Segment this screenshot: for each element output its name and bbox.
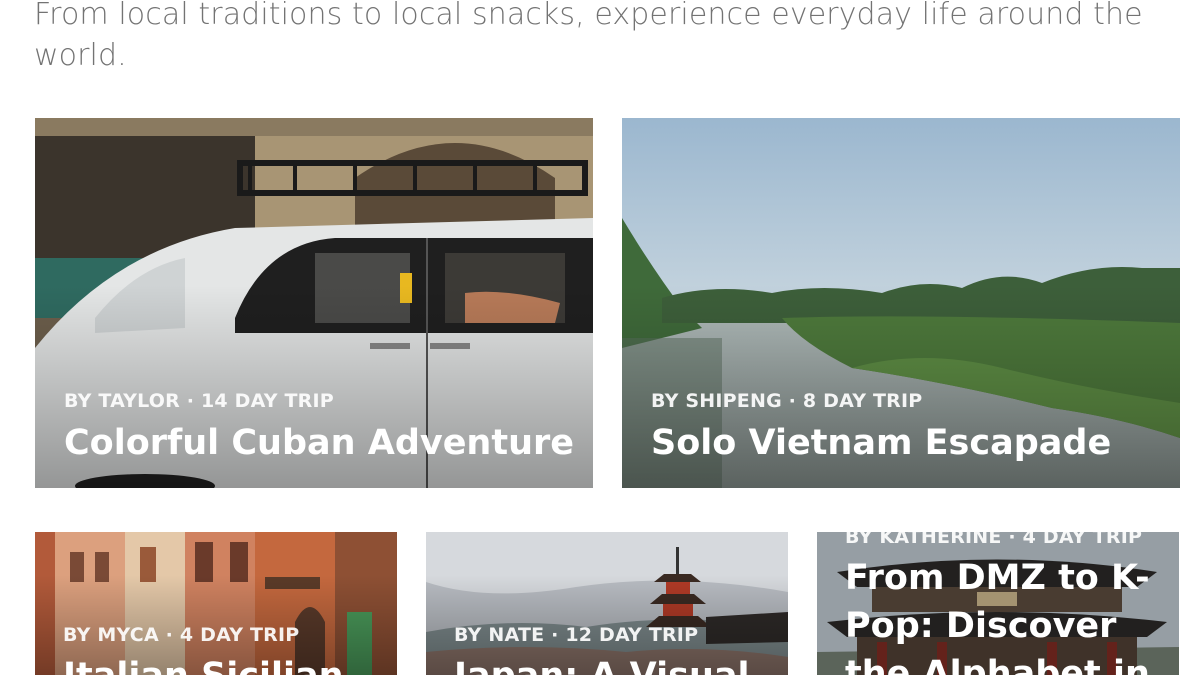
trip-title: Japan: A Visual (454, 652, 750, 675)
trip-card-italy[interactable]: BY MYCA · 4 DAY TRIP Italian Sicilian (35, 532, 397, 675)
trip-card-japan[interactable]: BY NATE · 12 DAY TRIP Japan: A Visual (426, 532, 788, 675)
trip-title: Solo Vietnam Escapade (651, 423, 1112, 463)
trip-title: Italian Sicilian (63, 652, 344, 675)
trip-meta: BY KATHERINE · 4 DAY TRIP (845, 532, 1143, 548)
trip-title: From DMZ to K-Pop: Discover the Alphabet… (845, 558, 1150, 675)
section-intro-text: From local traditions to local snacks, e… (34, 0, 1143, 73)
trip-meta: BY MYCA · 4 DAY TRIP (63, 624, 300, 646)
trip-meta: BY SHIPENG · 8 DAY TRIP (651, 390, 923, 412)
trip-meta: BY NATE · 12 DAY TRIP (454, 624, 699, 646)
trip-card-cuba[interactable]: BY TAYLOR · 14 DAY TRIP Colorful Cuban A… (35, 118, 593, 488)
trip-title: Colorful Cuban Adventure (64, 423, 574, 463)
trip-card-vietnam[interactable]: BY SHIPENG · 8 DAY TRIP Solo Vietnam Esc… (622, 118, 1180, 488)
trip-card-korea[interactable]: BY KATHERINE · 4 DAY TRIP From DMZ to K-… (817, 532, 1179, 675)
trip-meta: BY TAYLOR · 14 DAY TRIP (64, 390, 334, 412)
